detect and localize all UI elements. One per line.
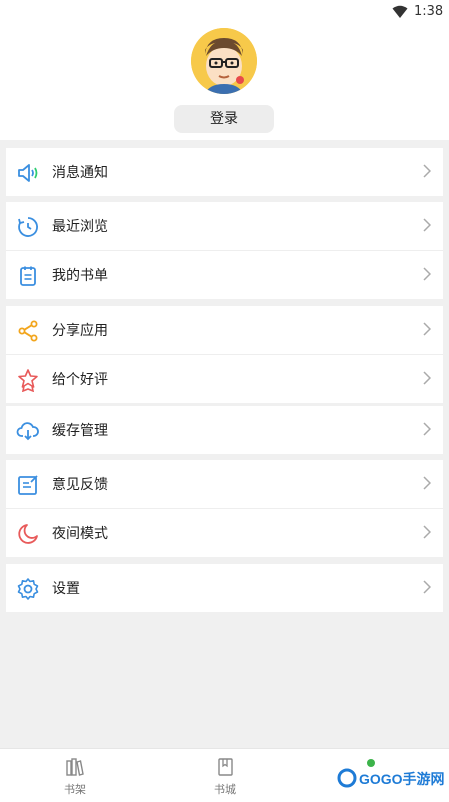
edit-note-icon: [18, 475, 38, 495]
chevron-right-icon: [423, 218, 431, 232]
menu-item-label: 给个好评: [52, 372, 108, 388]
menu-item-label: 最近浏览: [52, 219, 108, 235]
chevron-right-icon: [423, 525, 431, 539]
bookstore-icon: [218, 758, 233, 776]
chevron-right-icon: [423, 164, 431, 178]
bookshelf-icon: [66, 758, 84, 776]
menu-item-booklist[interactable]: 我的书单: [6, 250, 443, 299]
wifi-icon: [392, 5, 408, 18]
menu-item-settings[interactable]: 设置: [6, 564, 443, 612]
history-icon: [18, 217, 38, 237]
cloud-download-icon: [16, 422, 39, 441]
share-icon: [18, 320, 38, 342]
menu-item-recent[interactable]: 最近浏览: [6, 202, 443, 250]
menu-item-label: 设置: [52, 581, 80, 597]
avatar[interactable]: [191, 28, 257, 94]
status-time: 1:38: [414, 4, 444, 19]
booklist-icon: [20, 266, 36, 286]
star-badge-icon: [18, 369, 38, 392]
menu-item-label: 缓存管理: [52, 423, 108, 439]
svg-text:GOGO手游网: GOGO手游网: [359, 771, 445, 787]
chevron-right-icon: [423, 267, 431, 281]
tab-bookshelf[interactable]: 书架: [45, 757, 105, 797]
menu-item-cache[interactable]: 缓存管理: [6, 406, 443, 454]
chevron-right-icon: [423, 476, 431, 490]
menu-item-label: 意见反馈: [52, 477, 108, 493]
tab-label: 书架: [64, 783, 86, 796]
profile-header: 登录: [0, 24, 449, 140]
login-button[interactable]: 登录: [174, 105, 274, 133]
menu-item-notifications[interactable]: 消息通知: [6, 148, 443, 196]
menu-item-label: 消息通知: [52, 165, 108, 181]
menu-group: 设置: [6, 564, 443, 612]
menu-group: 最近浏览 我的书单: [6, 202, 443, 299]
tab-label: 书城: [214, 783, 236, 796]
chevron-right-icon: [423, 580, 431, 594]
menu-item-feedback[interactable]: 意见反馈: [6, 460, 443, 508]
chevron-right-icon: [423, 322, 431, 336]
status-bar: 1:38: [0, 0, 449, 24]
moon-icon: [18, 524, 38, 544]
menu-item-share[interactable]: 分享应用: [6, 306, 443, 354]
menu-item-label: 分享应用: [52, 323, 108, 339]
menu-group: 消息通知: [6, 148, 443, 196]
speaker-icon: [18, 164, 38, 182]
menu-group: 意见反馈 夜间模式: [6, 460, 443, 557]
chevron-right-icon: [423, 371, 431, 385]
gear-icon: [17, 578, 39, 600]
menu-item-night-mode[interactable]: 夜间模式: [6, 508, 443, 557]
menu-item-label: 夜间模式: [52, 526, 108, 542]
watermark-logo: GOGO手游网: [335, 758, 445, 798]
menu-area: 消息通知 最近浏览 我的书单 分享应用 给个好评 缓存管理 意见反馈 夜间模式 …: [0, 140, 449, 748]
menu-item-rate[interactable]: 给个好评: [6, 354, 443, 403]
cartoon-face-icon: [191, 28, 257, 94]
menu-item-label: 我的书单: [52, 268, 108, 284]
chevron-right-icon: [423, 422, 431, 436]
menu-group: 分享应用 给个好评: [6, 306, 443, 403]
tab-bookstore[interactable]: 书城: [195, 757, 255, 797]
menu-group: 缓存管理: [6, 406, 443, 454]
